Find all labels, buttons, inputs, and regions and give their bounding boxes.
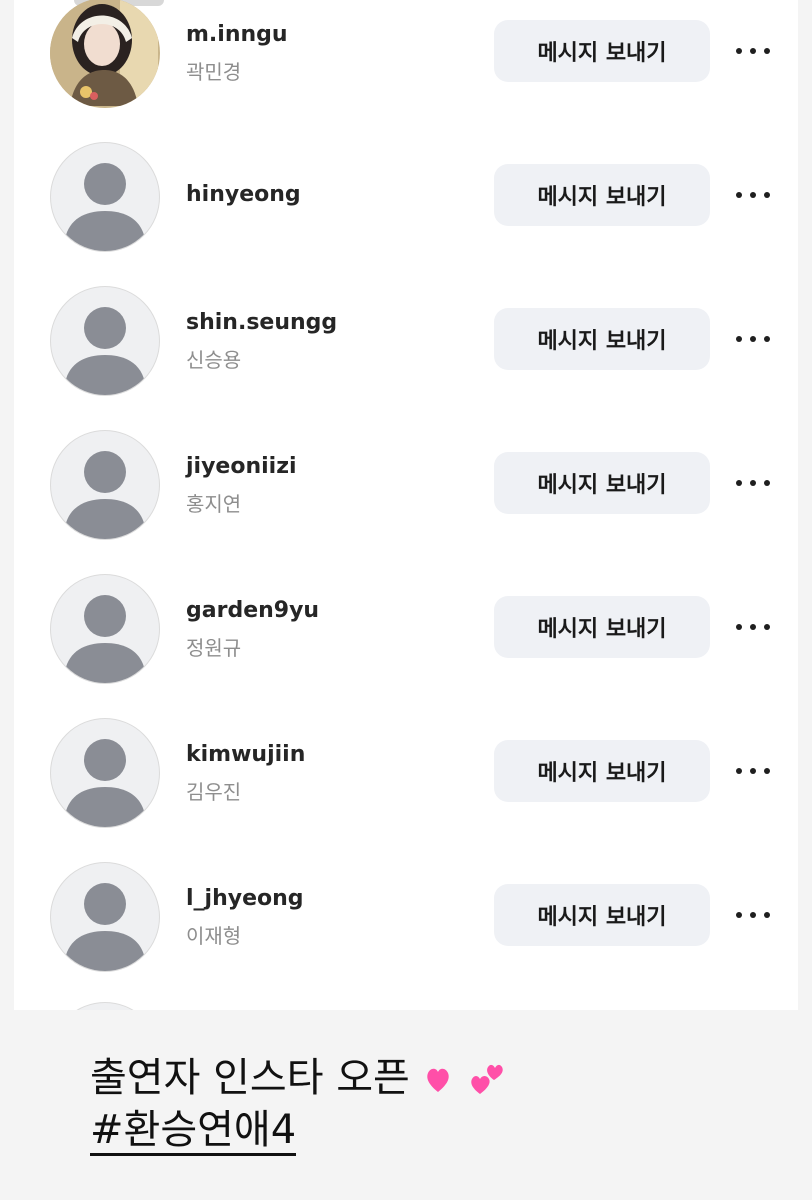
send-message-button[interactable]: 메시지 보내기: [494, 164, 710, 226]
full-name: 정원규: [186, 636, 242, 660]
default-avatar-icon[interactable]: [50, 862, 160, 972]
send-message-button[interactable]: 메시지 보내기: [494, 452, 710, 514]
default-avatar-icon[interactable]: [50, 142, 160, 252]
more-horizontal-icon[interactable]: [736, 329, 770, 349]
send-message-button[interactable]: 메시지 보내기: [494, 884, 710, 946]
more-horizontal-icon[interactable]: [736, 41, 770, 61]
avatar-photo[interactable]: [50, 0, 160, 108]
full-name: 김우진: [186, 780, 242, 804]
list-item: hinyeong 메시지 보내기: [14, 142, 798, 286]
list-item: jiyeoniizi 홍지연 메시지 보내기: [14, 430, 798, 574]
send-message-button[interactable]: 메시지 보내기: [494, 308, 710, 370]
more-horizontal-icon[interactable]: [736, 473, 770, 493]
send-message-button[interactable]: 메시지 보내기: [494, 740, 710, 802]
default-avatar-icon[interactable]: [50, 286, 160, 396]
full-name: 곽민경: [186, 60, 242, 84]
account-names[interactable]: jiyeoniizi 홍지연: [186, 430, 486, 540]
account-names[interactable]: hinyeong: [186, 142, 486, 252]
more-horizontal-icon[interactable]: [736, 905, 770, 925]
list-item: garden9yu 정원규 메시지 보내기: [14, 574, 798, 718]
list-item: shin.seungg 신승용 메시지 보내기: [14, 286, 798, 430]
more-horizontal-icon[interactable]: [736, 761, 770, 781]
default-avatar-icon[interactable]: [50, 718, 160, 828]
username: l_jhyeong: [186, 886, 304, 911]
username: hinyeong: [186, 182, 301, 207]
send-message-button[interactable]: 메시지 보내기: [494, 20, 710, 82]
two-hearts-emoji: [424, 1058, 508, 1098]
account-names[interactable]: kimwujiin 김우진: [186, 718, 486, 828]
account-names[interactable]: l_jhyeong 이재형: [186, 862, 486, 972]
default-avatar-icon[interactable]: [50, 574, 160, 684]
account-names[interactable]: shin.seungg 신승용: [186, 286, 486, 396]
full-name: 홍지연: [186, 492, 242, 516]
username: shin.seungg: [186, 310, 338, 335]
account-names[interactable]: garden9yu 정원규: [186, 574, 486, 684]
full-name: 이재형: [186, 924, 242, 948]
story-caption: 출연자 인스타 오픈 #환승연애4: [90, 1052, 790, 1156]
follow-list-screen: m.inngu 곽민경 메시지 보내기 hinyeong 메시지 보내기 shin.seu…: [14, 0, 798, 1010]
hashtag-link[interactable]: #환승연애4: [90, 1107, 297, 1156]
caption-line: 출연자 인스타 오픈: [90, 1052, 790, 1104]
heart-icon: [471, 1064, 503, 1094]
heart-icon: [427, 1068, 449, 1092]
send-message-button[interactable]: 메시지 보내기: [494, 596, 710, 658]
list-item: kimwujiin 김우진 메시지 보내기: [14, 718, 798, 862]
list-item: m.inngu 곽민경 메시지 보내기: [14, 0, 798, 142]
username: garden9yu: [186, 598, 320, 623]
default-avatar-icon[interactable]: [50, 430, 160, 540]
more-horizontal-icon[interactable]: [736, 185, 770, 205]
more-horizontal-icon[interactable]: [736, 617, 770, 637]
account-names[interactable]: m.inngu 곽민경: [186, 0, 486, 108]
username: kimwujiin: [186, 742, 306, 767]
username: m.inngu: [186, 22, 288, 47]
caption-text: 출연자 인스타 오픈: [90, 1055, 410, 1101]
full-name: 신승용: [186, 348, 242, 372]
username: jiyeoniizi: [186, 454, 297, 479]
list-item: l_jhyeong 이재형 메시지 보내기: [14, 862, 798, 1006]
